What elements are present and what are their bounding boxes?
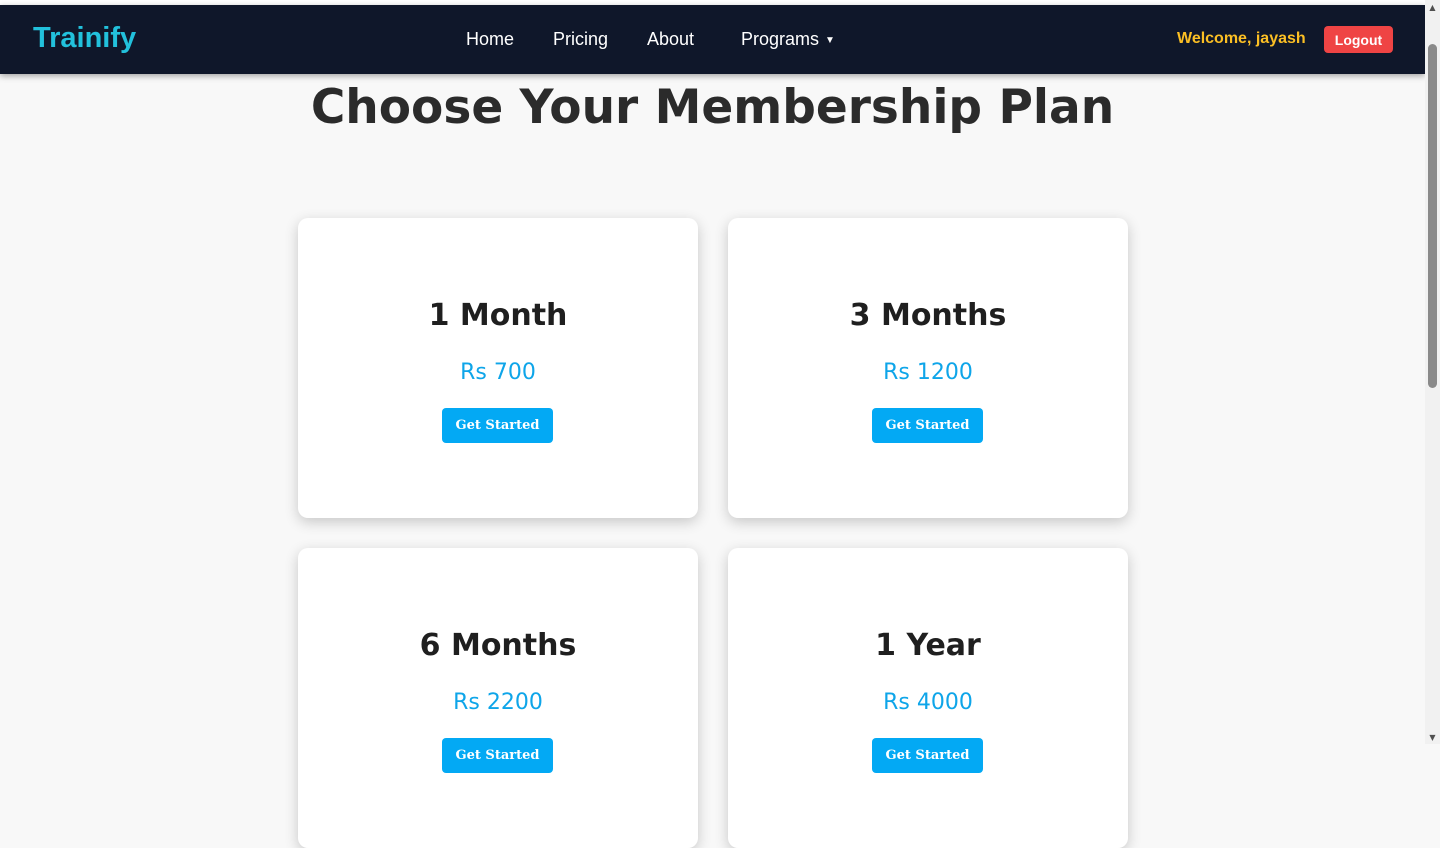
get-started-button[interactable]: Get Started <box>442 738 553 773</box>
chevron-down-icon: ▼ <box>825 34 835 46</box>
plan-card-3-months: 3 Months Rs 1200 Get Started <box>728 218 1128 518</box>
plan-price: Rs 4000 <box>883 690 973 715</box>
get-started-button[interactable]: Get Started <box>872 408 983 443</box>
plan-price: Rs 700 <box>460 360 536 385</box>
plan-card-6-months: 6 Months Rs 2200 Get Started <box>298 548 698 848</box>
page-title: Choose Your Membership Plan <box>310 80 1115 135</box>
scroll-up-icon[interactable]: ▲ <box>1425 0 1440 14</box>
plan-name: 1 Year <box>875 628 981 663</box>
nav-about[interactable]: About <box>647 29 694 50</box>
logout-button[interactable]: Logout <box>1324 26 1393 53</box>
nav-programs-dropdown[interactable]: Programs ▼ <box>741 29 835 50</box>
top-navbar: Trainify Home Pricing About Programs ▼ We… <box>0 5 1425 74</box>
vertical-scrollbar[interactable]: ▲ ▼ <box>1425 0 1440 744</box>
plan-name: 3 Months <box>849 298 1007 333</box>
get-started-button[interactable]: Get Started <box>872 738 983 773</box>
plan-price: Rs 1200 <box>883 360 973 385</box>
welcome-text: Welcome, jayash <box>1177 30 1306 47</box>
plan-price: Rs 2200 <box>453 690 543 715</box>
scroll-down-icon[interactable]: ▼ <box>1425 730 1440 744</box>
nav-pricing[interactable]: Pricing <box>553 29 608 50</box>
brand-logo[interactable]: Trainify <box>33 22 136 55</box>
plan-card-1-year: 1 Year Rs 4000 Get Started <box>728 548 1128 848</box>
plan-card-1-month: 1 Month Rs 700 Get Started <box>298 218 698 518</box>
get-started-button[interactable]: Get Started <box>442 408 553 443</box>
plan-name: 6 Months <box>419 628 577 663</box>
nav-home[interactable]: Home <box>466 29 514 50</box>
scrollbar-thumb[interactable] <box>1428 44 1437 388</box>
nav-programs-label: Programs <box>741 29 820 49</box>
plan-name: 1 Month <box>428 298 568 333</box>
